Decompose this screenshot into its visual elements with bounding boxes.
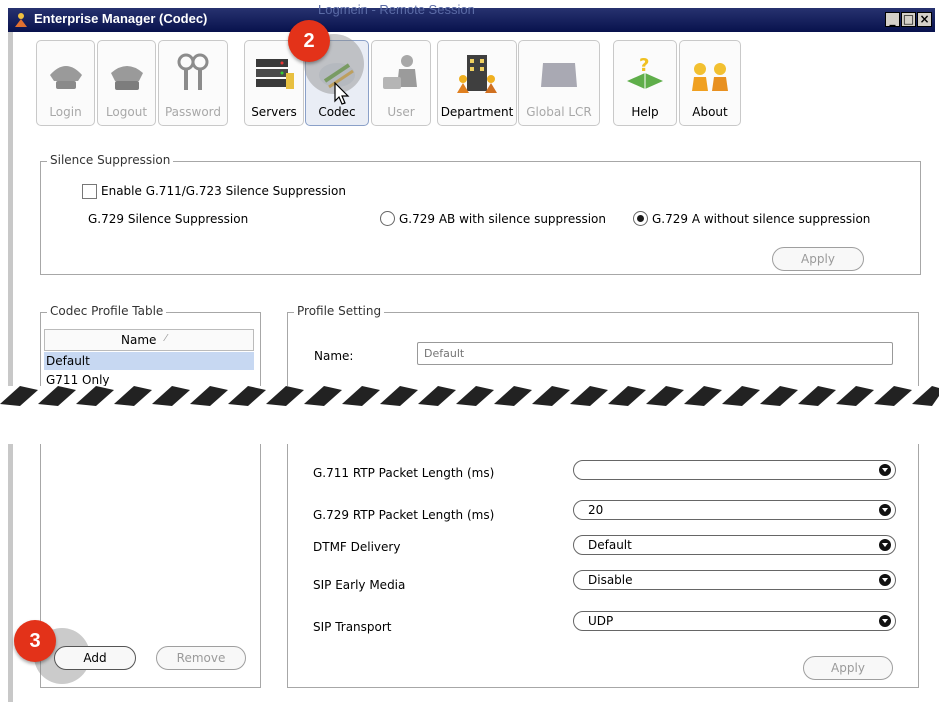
sip-early-media-value: Disable [588, 573, 633, 587]
toolbar-password-button[interactable]: Password [158, 40, 228, 126]
logout-telephone-icon [110, 66, 143, 90]
profile-setting-title: Profile Setting [294, 304, 385, 318]
global-lcr-icon [541, 63, 577, 87]
minimize-icon[interactable]: _ [885, 12, 900, 27]
toolbar-logout-label: Logout [105, 105, 148, 119]
toolbar-global-lcr-button[interactable]: Global LCR [518, 40, 600, 126]
dtmf-delivery-value: Default [588, 538, 632, 552]
toolbar-login-label: Login [49, 105, 82, 119]
close-icon[interactable]: × [917, 12, 932, 27]
sip-transport-select[interactable]: UDP [573, 611, 896, 631]
toolbar-login-button[interactable]: Login [36, 40, 95, 126]
chevron-down-icon [879, 574, 891, 586]
torn-edge-divider [0, 386, 939, 444]
servers-icon [256, 59, 294, 89]
remove-profile-button[interactable]: Remove [156, 646, 246, 670]
profile-row-default[interactable]: Default [44, 352, 254, 370]
dtmf-delivery-label: DTMF Delivery [313, 540, 401, 554]
toolbar-global-lcr-label: Global LCR [526, 105, 592, 119]
toolbar-about-label: About [692, 105, 728, 119]
sip-early-media-select[interactable]: Disable [573, 570, 896, 590]
enable-silence-label: Enable G.711/G.723 Silence Suppression [101, 184, 346, 198]
toolbar-logout-button[interactable]: Logout [97, 40, 156, 126]
keys-icon [177, 53, 209, 90]
profile-table-header[interactable]: Name ⁄ [44, 329, 254, 351]
silence-suppression-title: Silence Suppression [47, 153, 174, 167]
app-icon [15, 13, 27, 27]
toolbar-about-button[interactable]: About [679, 40, 741, 126]
window-title: Enterprise Manager (Codec) [34, 11, 208, 26]
sip-transport-value: UDP [588, 614, 614, 628]
toolbar-user-label: User [387, 105, 415, 119]
maximize-icon[interactable]: □ [901, 12, 916, 27]
profile-name-label: Name: [314, 349, 354, 363]
profile-table-name-column: Name [121, 333, 157, 347]
login-telephone-icon [49, 66, 82, 89]
silence-apply-button[interactable]: Apply [772, 247, 864, 271]
g729-packet-length-select[interactable]: 20 [573, 500, 896, 520]
toolbar-codec-label: Codec [318, 105, 356, 119]
user-phone-icon [383, 55, 417, 89]
sort-indicator-icon: ⁄ [165, 333, 167, 344]
toolbar-department-label: Department [440, 105, 514, 119]
chevron-down-icon [879, 504, 891, 516]
profile-row-label: Default [46, 354, 90, 368]
sip-early-media-label: SIP Early Media [313, 578, 406, 592]
about-people-icon [692, 63, 728, 91]
mouse-pointer-icon [334, 82, 350, 105]
toolbar-servers-label: Servers [251, 105, 297, 119]
callout-badge-2: 2 [288, 20, 330, 62]
g711-packet-length-label: G.711 RTP Packet Length (ms) [313, 466, 495, 480]
svg-text:?: ? [639, 55, 649, 76]
add-profile-button[interactable]: Add [54, 646, 136, 670]
window-titlebar: Logmein - Remote Session Enterprise Mana… [8, 2, 935, 32]
chevron-down-icon [879, 539, 891, 551]
profile-name-input[interactable] [417, 342, 893, 365]
toolbar-help-label: Help [631, 105, 659, 119]
g711-packet-length-select[interactable] [573, 460, 896, 480]
toolbar-help-button[interactable]: ? Help [613, 40, 677, 126]
g729-packet-length-label: G.729 RTP Packet Length (ms) [313, 508, 495, 522]
chevron-down-icon [879, 464, 891, 476]
toolbar-department-button[interactable]: Department [437, 40, 517, 126]
g729-ab-label: G.729 AB with silence suppression [399, 212, 606, 226]
sip-transport-label: SIP Transport [313, 620, 392, 634]
g729-a-label: G.729 A without silence suppression [652, 212, 871, 226]
codec-profile-table-title: Codec Profile Table [47, 304, 167, 318]
toolbar-user-button[interactable]: User [371, 40, 431, 126]
department-building-icon [457, 55, 497, 93]
toolbar-password-label: Password [164, 105, 222, 119]
g729-ab-radio[interactable] [380, 211, 395, 226]
g729-silence-label: G.729 Silence Suppression [88, 212, 249, 226]
help-book-icon: ? [627, 55, 663, 89]
chevron-down-icon [879, 615, 891, 627]
callout-badge-3: 3 [14, 620, 56, 662]
window-left-edge [8, 32, 13, 702]
g729-a-radio[interactable] [633, 211, 648, 226]
dtmf-delivery-select[interactable]: Default [573, 535, 896, 555]
profile-apply-button[interactable]: Apply [803, 656, 893, 680]
enable-silence-checkbox[interactable] [82, 184, 97, 199]
g729-packet-length-value: 20 [588, 503, 604, 517]
ghost-title: Logmein - Remote Session [318, 2, 475, 17]
